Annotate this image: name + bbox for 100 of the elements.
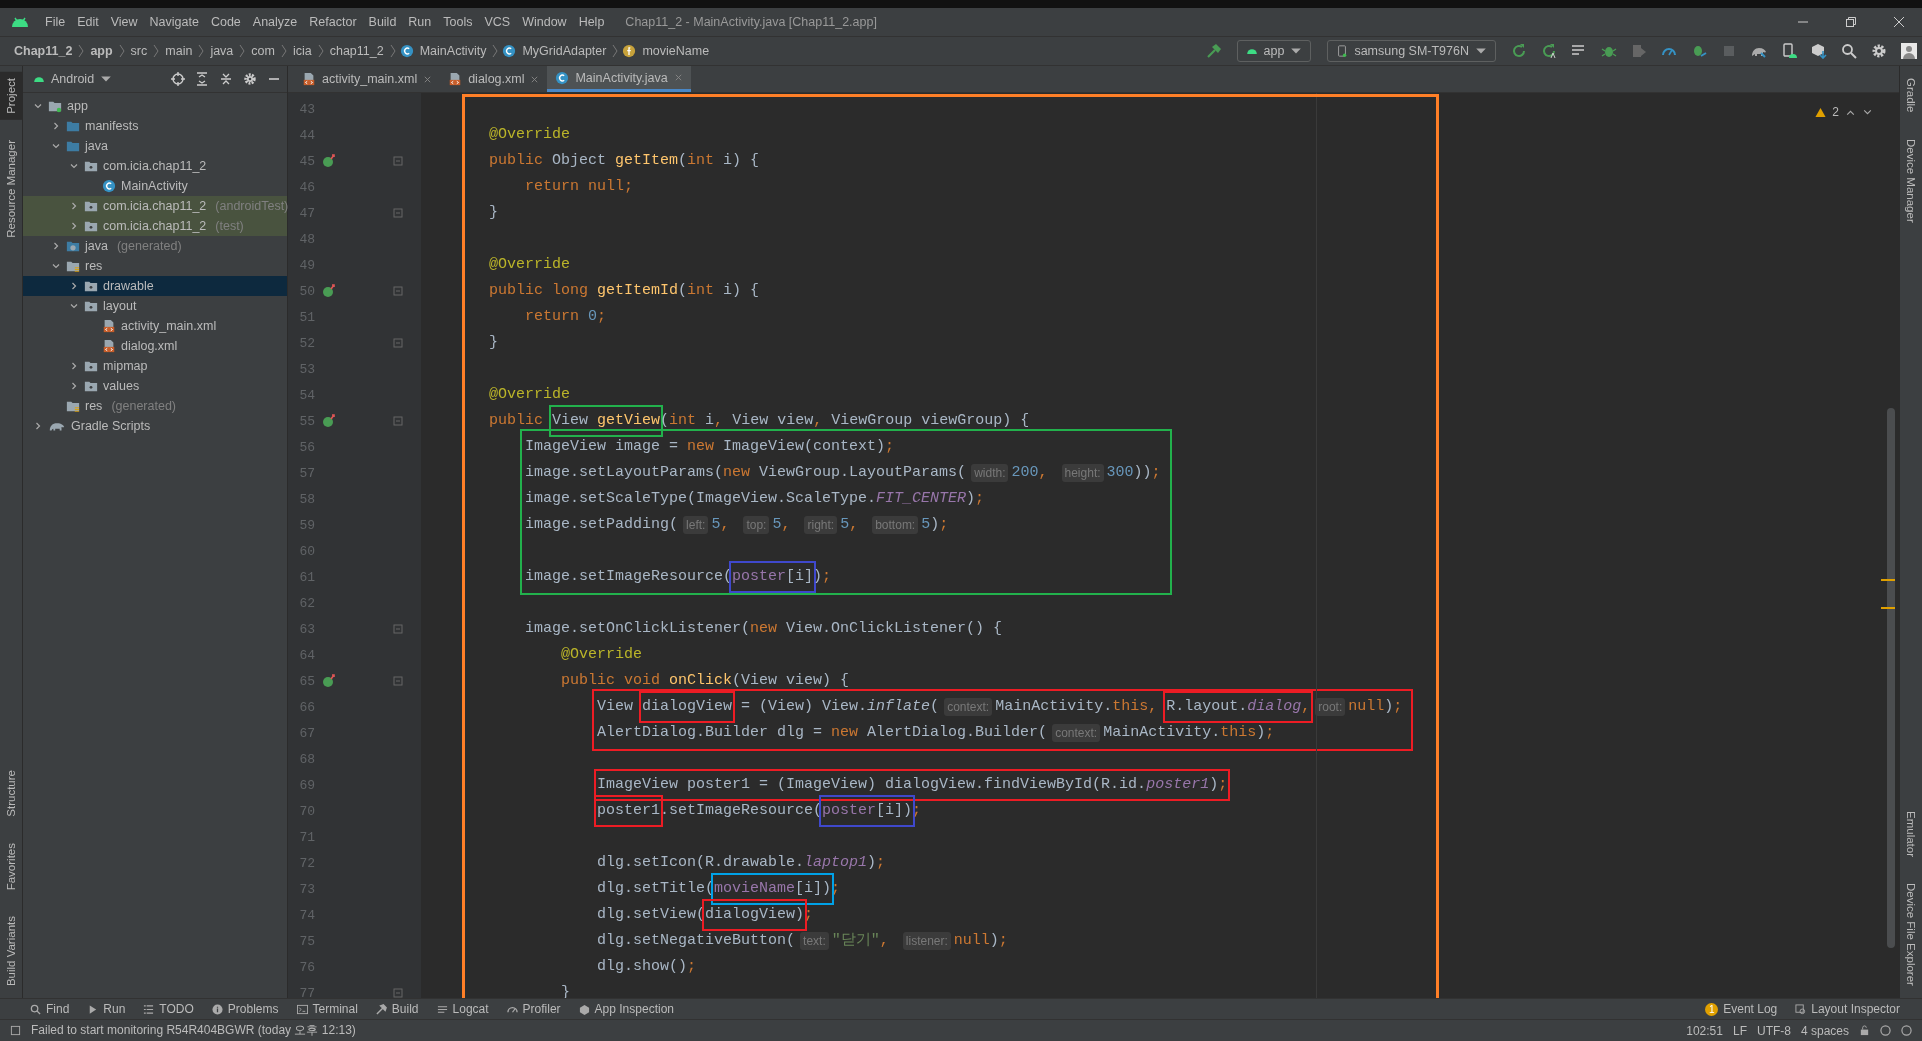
scrollbar-thumb[interactable] <box>1887 408 1895 948</box>
menu-item[interactable]: Navigate <box>144 15 204 29</box>
menu-item[interactable]: Window <box>517 15 572 29</box>
tree-item[interactable]: Gradle Scripts <box>23 416 287 436</box>
tree-item[interactable]: res (generated) <box>23 396 287 416</box>
override-icon[interactable] <box>322 154 336 168</box>
tool-window-tab[interactable]: Device File Explorer <box>1900 877 1922 992</box>
menu-item[interactable]: View <box>105 15 143 29</box>
editor-tab[interactable]: MainActivity.java <box>547 66 691 92</box>
rerun-icon[interactable] <box>1541 43 1557 59</box>
chevron-right-icon[interactable] <box>69 281 79 291</box>
tree-item[interactable]: com.icia.chap11_2 (androidTest) <box>23 196 287 216</box>
tool-window-tab[interactable]: Favorites <box>0 836 22 896</box>
tree-item[interactable]: activity_main.xml <box>23 316 287 336</box>
square-icon[interactable] <box>10 1025 21 1036</box>
override-icon[interactable] <box>322 674 336 688</box>
menu-item[interactable]: Help <box>573 15 610 29</box>
tree-item[interactable]: layout <box>23 296 287 316</box>
tree-item[interactable]: com.icia.chap11_2 (test) <box>23 216 287 236</box>
menu-item[interactable]: Run <box>403 15 437 29</box>
menu-item[interactable]: Analyze <box>247 15 303 29</box>
tree-item[interactable]: manifests <box>23 116 287 136</box>
rerun-icon[interactable] <box>1511 43 1527 59</box>
tool-window-button[interactable]: Problems <box>227 1002 279 1016</box>
run-configuration-dropdown[interactable]: app <box>1236 40 1312 62</box>
tool-window-button[interactable]: TODO <box>159 1002 194 1016</box>
chevron-down-icon[interactable] <box>51 261 61 271</box>
editor-tab[interactable]: activity_main.xml <box>294 66 441 92</box>
tool-window-button[interactable]: Terminal <box>312 1002 358 1016</box>
tree-item[interactable]: app <box>23 96 287 116</box>
collapse-all-icon[interactable] <box>219 72 233 86</box>
breadcrumb[interactable]: Chap11_2 <box>12 44 75 58</box>
tree-item[interactable]: dialog.xml <box>23 336 287 356</box>
chevron-right-icon[interactable] <box>51 121 61 131</box>
breadcrumb[interactable]: com <box>249 44 277 58</box>
chevron-right-icon[interactable] <box>33 421 43 431</box>
tree-item[interactable]: mipmap <box>23 356 287 376</box>
tool-window-button[interactable]: Event Log <box>1723 1002 1778 1016</box>
hammer-icon[interactable] <box>1205 43 1222 59</box>
breadcrumb[interactable]: main <box>163 44 195 58</box>
tree-item[interactable]: com.icia.chap11_2 <box>23 156 287 176</box>
breadcrumb[interactable]: MyGridAdapter <box>520 44 609 58</box>
tool-window-button[interactable]: Run <box>103 1002 126 1016</box>
tool-window-button[interactable]: Find <box>46 1002 70 1016</box>
tool-window-button[interactable]: App Inspection <box>594 1002 674 1016</box>
avatar-icon[interactable] <box>1901 43 1917 59</box>
breadcrumb[interactable]: src <box>128 44 150 58</box>
chevron-down-icon[interactable] <box>69 301 79 311</box>
menu-item[interactable]: Code <box>205 15 246 29</box>
tree-item[interactable]: java (generated) <box>23 236 287 256</box>
lock-icon[interactable] <box>1859 1025 1870 1036</box>
breadcrumb[interactable]: chap11_2 <box>327 44 386 58</box>
settings-icon[interactable] <box>243 72 257 86</box>
tree-item[interactable]: values <box>23 376 287 396</box>
settings-icon[interactable] <box>1871 43 1887 59</box>
status-item[interactable]: LF <box>1732 1023 1747 1038</box>
search-icon[interactable] <box>1841 43 1857 59</box>
breadcrumb[interactable]: MainActivity <box>417 44 489 58</box>
menu-item[interactable]: VCS <box>479 15 516 29</box>
tool-window-tab[interactable]: Gradle <box>1900 72 1922 119</box>
warning-marker[interactable] <box>1881 607 1895 609</box>
breadcrumb[interactable]: app <box>88 44 115 58</box>
tree-item[interactable]: java <box>23 136 287 156</box>
warning-marker[interactable] <box>1881 579 1895 581</box>
tool-window-tab[interactable]: Structure <box>0 763 22 823</box>
tool-window-button[interactable]: Build <box>391 1002 419 1016</box>
override-icon[interactable] <box>322 414 336 428</box>
tool-window-button[interactable]: Layout Inspector <box>1811 1002 1900 1016</box>
breadcrumb[interactable]: java <box>208 44 236 58</box>
tool-window-tab[interactable]: Project <box>0 72 22 120</box>
tool-window-tab[interactable]: Emulator <box>1900 805 1922 864</box>
tool-window-tab[interactable]: Build Variants <box>0 909 22 992</box>
menu-item[interactable]: Build <box>363 15 402 29</box>
status-item[interactable]: 102:51 <box>1686 1023 1723 1038</box>
breadcrumb[interactable]: movieName <box>640 44 712 58</box>
chevron-down-icon[interactable] <box>33 101 43 111</box>
box-icon[interactable] <box>1811 43 1827 59</box>
tool-window-button[interactable]: Logcat <box>452 1002 489 1016</box>
device-icon[interactable] <box>1781 43 1797 59</box>
tool-window-tab[interactable]: Resource Manager <box>0 133 22 244</box>
close-icon[interactable] <box>1893 16 1905 28</box>
status-item[interactable]: UTF-8 <box>1756 1023 1791 1038</box>
tree-item[interactable]: drawable <box>23 276 287 296</box>
menu-item[interactable]: File <box>40 15 71 29</box>
tool-window-tab[interactable]: Device Manager <box>1900 132 1922 229</box>
project-view-dropdown[interactable]: Android <box>29 68 117 90</box>
menu-item[interactable]: Edit <box>72 15 104 29</box>
expand-all-icon[interactable] <box>195 72 209 86</box>
device-dropdown[interactable]: samsung SM-T976N <box>1327 40 1496 62</box>
restore-icon[interactable] <box>1845 16 1857 28</box>
close-icon[interactable] <box>530 74 540 84</box>
override-icon[interactable] <box>322 284 336 298</box>
crosshair-icon[interactable] <box>171 72 185 86</box>
editor-tab[interactable]: dialog.xml <box>440 66 548 92</box>
tree-item[interactable]: MainActivity <box>23 176 287 196</box>
close-icon[interactable] <box>423 74 433 84</box>
status-item[interactable]: 4 spaces <box>1800 1023 1849 1038</box>
tool-window-button[interactable]: Profiler <box>522 1002 561 1016</box>
menu-item[interactable]: Refactor <box>304 15 362 29</box>
tree-item[interactable]: res <box>23 256 287 276</box>
